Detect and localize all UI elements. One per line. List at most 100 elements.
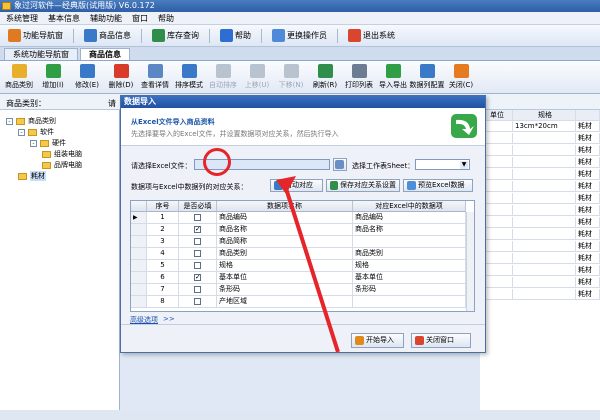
grid-cell [513,217,576,228]
preview-excel-button[interactable]: 预览Excel数据 [403,179,473,192]
grid-cell [513,193,576,204]
required-checkbox[interactable]: ✓ [194,274,201,281]
toolbar-button[interactable]: 删除(D) [104,64,138,90]
sheet-select[interactable]: ▼ [415,159,470,170]
quick-button[interactable]: 商品信息 [82,28,133,43]
chevron-down-icon[interactable]: ▼ [460,161,468,169]
toolbar-button[interactable]: 排序模式 [172,64,206,90]
excel-column-select[interactable]: 商品类别 [353,248,466,260]
mapping-column-header: 是否必填 [179,201,217,212]
row-number: 2 [147,224,179,236]
close-dialog-button[interactable]: 关闭窗口 [411,333,471,348]
quick-button-label: 更换操作员 [287,31,327,40]
mapping-table: 序号 是否必填 数据项名称 对应Excel中的数据项 ▶ 1 商品编码 商品编码 2 ✓ 商品名称商… [130,200,475,312]
toolbar-button[interactable]: 下移(N) [274,64,308,90]
toolbar-button[interactable]: 修改(E) [70,64,104,90]
browse-file-button[interactable] [333,158,347,171]
menu-item[interactable]: 基本信息 [48,13,80,24]
grid-cell: 耗材 [576,277,600,288]
toolbar-button[interactable]: 上移(U) [240,64,274,90]
exit-icon [348,29,361,42]
toolbar-button-label: 修改(E) [75,81,99,89]
tree-node[interactable]: 耗材 [18,171,46,181]
menu-item[interactable]: 辅助功能 [90,13,122,24]
title-bar: 象过河软件—经典版(试用版) V6.0.172 [0,0,600,12]
row-indicator: ▶ [131,212,147,224]
toolbar-button[interactable]: 自动排序 [206,64,240,90]
grid-cell: 耗材 [576,265,600,276]
auto-map-button[interactable]: 自动对应 [270,179,323,192]
tab[interactable]: 系统功能导航窗 [4,48,78,60]
import-export-icon [385,64,401,78]
toolbar-button[interactable]: 关闭(C) [444,64,478,90]
excel-column-select[interactable] [353,296,466,308]
separator [73,28,74,43]
excel-column-select[interactable]: 规格 [353,260,466,272]
grid-icon [84,29,97,42]
quick-button[interactable]: 退出系统 [346,28,397,43]
window-title: 象过河软件—经典版(试用版) V6.0.172 [14,1,155,10]
start-import-label: 开始导入 [366,336,394,344]
toolbar-button[interactable]: 数据列配置 [410,64,445,90]
import-dialog: 数据导入 从Excel文件导入商品资料 先选择要导入的Excel文件，并设置数据… [120,95,486,353]
app-icon [2,2,11,10]
toolbar-button[interactable]: 刷新(R) [308,64,342,90]
required-cell [179,284,217,296]
quick-button[interactable]: 帮助 [218,28,253,43]
excel-column-select[interactable]: 商品编码 [353,212,466,224]
required-checkbox[interactable] [194,214,201,221]
tree-toggle-icon[interactable]: - [30,139,37,147]
toolbar-button-label: 导入导出 [379,81,407,89]
row-indicator [131,284,147,296]
tree-node-label: 商品类别 [28,117,56,125]
tree-toggle-icon[interactable]: - [18,128,25,136]
start-import-button[interactable]: 开始导入 [351,333,404,348]
toolbar-button[interactable]: 增加(I) [36,64,70,90]
help-icon [220,29,233,42]
required-checkbox[interactable] [194,286,201,293]
excel-column-select[interactable] [353,236,466,248]
menu-item[interactable]: 系统管理 [6,13,38,24]
excel-column-select[interactable]: 基本单位 [353,272,466,284]
toolbar-button[interactable]: 打印列表 [342,64,376,90]
required-cell: ✓ [179,272,217,284]
tree-node[interactable]: 品牌电脑 [42,160,82,170]
tree-node[interactable]: - 软件 [18,127,54,137]
required-checkbox[interactable] [194,298,201,305]
toolbar-button[interactable]: 查看详情 [138,64,172,90]
mapping-column-header: 数据项名称 [217,201,353,212]
quick-button[interactable]: 功能导航窗 [6,28,65,43]
grid-cell: 耗材 [576,157,600,168]
toolbar-button-label: 删除(D) [108,81,134,89]
required-checkbox[interactable] [194,238,201,245]
save-mapping-button[interactable]: 保存对应关系设置 [326,179,400,192]
required-cell [179,296,217,308]
separator [209,28,210,43]
main-toolbar: 商品类别 增加(I) 修改(E) 删除(D) 查看详情 排序模式 自动排序 上移(U) 下移(N… [0,61,600,94]
tree-toggle-icon[interactable]: - [6,117,13,125]
tree-node[interactable]: - 商品类别 [6,116,56,126]
required-checkbox[interactable] [194,262,201,269]
tab[interactable]: 商品信息 [80,48,130,60]
menu-item[interactable]: 帮助 [158,13,174,24]
field-name: 规格 [217,260,353,272]
quick-button[interactable]: 更换操作员 [270,28,329,43]
folder-icon [11,64,27,78]
tree-node[interactable]: 组装电脑 [42,149,82,159]
toolbar-button[interactable]: 导入导出 [376,64,410,90]
required-cell [179,212,217,224]
tree-node[interactable]: - 硬件 [30,138,66,148]
excel-column-select[interactable]: 条形码 [353,284,466,296]
menu-item[interactable]: 窗口 [132,13,148,24]
mapping-table-scrollbar[interactable] [466,212,474,311]
toolbar-button[interactable]: 商品类别 [2,64,36,90]
required-checkbox[interactable] [194,250,201,257]
quick-button-label: 帮助 [235,31,251,40]
down-icon [283,64,299,78]
required-checkbox[interactable]: ✓ [194,226,201,233]
grid-cell [513,253,576,264]
quick-button[interactable]: 库存查询 [150,28,201,43]
excel-column-select[interactable]: 商品名称 [353,224,466,236]
grid-cell: 耗材 [576,253,600,264]
config-icon [419,64,435,78]
